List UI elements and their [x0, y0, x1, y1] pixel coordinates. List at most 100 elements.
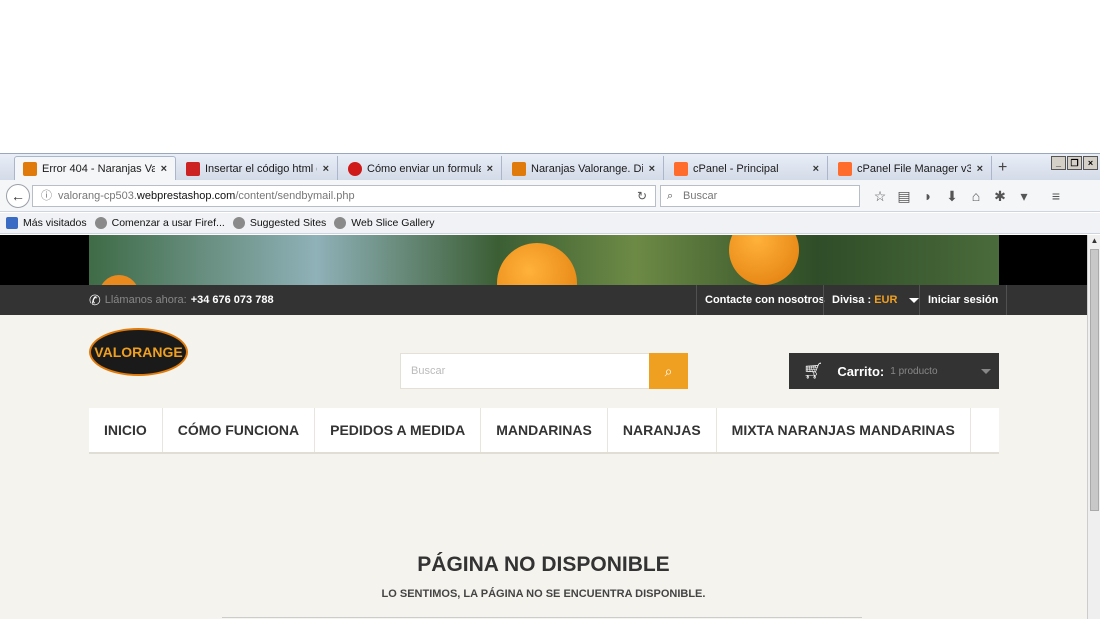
menu-item-naranjas[interactable]: NARANJAS: [608, 408, 717, 452]
tab-label: Naranjas Valorange. Dire...: [531, 162, 643, 175]
orange-tree-banner: [89, 235, 999, 285]
tab-label: Cómo enviar un formular...: [367, 162, 481, 175]
restore-icon[interactable]: ❐: [1067, 156, 1082, 170]
tab-como-enviar[interactable]: Cómo enviar un formular... ×: [340, 156, 502, 181]
toolbar-icons: ☆ ▤ ◗ ⬇ ⌂ ✱ ▾ ≡: [868, 186, 1068, 206]
bookmark-label: Más visitados: [23, 217, 87, 229]
close-tab-icon[interactable]: ×: [649, 163, 655, 175]
bookmark-mas-visitados[interactable]: Más visitados: [6, 217, 87, 229]
bookmark-suggested-sites[interactable]: Suggested Sites: [232, 217, 327, 229]
divider: [222, 617, 862, 618]
window-controls: _ ❐ ×: [1051, 156, 1098, 170]
new-tab-icon[interactable]: +: [998, 159, 1007, 177]
tab-strip: Error 404 - Naranjas Val... × Insertar e…: [0, 153, 1100, 181]
url-bar[interactable]: ⓘ valorang-cp503.webprestashop.com/conten…: [32, 185, 656, 207]
menu-item-mandarinas[interactable]: MANDARINAS: [481, 408, 608, 452]
shop-search-input[interactable]: Buscar: [400, 353, 650, 389]
reload-icon[interactable]: ↻: [637, 186, 647, 206]
valorange-logo[interactable]: VALORANGE: [89, 328, 188, 376]
navigation-bar: ← ⓘ valorang-cp503.webprestashop.com/cont…: [0, 180, 1100, 212]
url-host: webprestashop.com: [136, 190, 236, 202]
bookmark-star-icon[interactable]: ☆: [868, 186, 892, 206]
cpanel-favicon-icon: [838, 161, 852, 176]
home-icon[interactable]: ⌂: [964, 186, 988, 206]
scroll-up-icon[interactable]: ▲: [1089, 236, 1100, 247]
page-title: PÁGINA NO DISPONIBLE: [417, 553, 670, 576]
cart-icon: 🛒︎: [803, 363, 824, 380]
shop-search-placeholder: Buscar: [411, 365, 446, 377]
cart-count: 1 producto: [890, 365, 938, 377]
logo-text: VALORANGE: [94, 344, 183, 360]
menu-item-mixta[interactable]: MIXTA NARANJAS MANDARINAS: [717, 408, 971, 452]
blank-area: [0, 0, 1100, 153]
page-viewport: ✆ Llámanos ahora: +34 676 073 788 Contac…: [0, 235, 1087, 619]
phone-icon: ✆: [89, 291, 101, 308]
tab-cpanel-principal[interactable]: cPanel - Principal ×: [666, 156, 828, 181]
orange-favicon-icon: [23, 162, 37, 176]
bookmark-label: Comenzar a usar Firef...: [111, 217, 225, 229]
chevron-down-icon: [908, 297, 919, 303]
search-button[interactable]: ⌕: [649, 353, 688, 389]
login-link[interactable]: Iniciar sesión: [919, 285, 1008, 315]
close-tab-icon[interactable]: ×: [323, 163, 329, 175]
cart-button[interactable]: 🛒︎ Carrito: 1 producto: [789, 353, 999, 389]
page-subtitle: LO SENTIMOS, LA PÁGINA NO SE ENCUENTRA D…: [381, 588, 706, 600]
bookmark-comenzar[interactable]: Comenzar a usar Firef...: [94, 217, 225, 229]
menu-item-inicio[interactable]: INICIO: [89, 408, 163, 452]
url-path: /content/sendbymail.php: [235, 190, 355, 202]
contact-link[interactable]: Contacte con nosotros: [696, 285, 833, 315]
w-favicon-icon: [186, 161, 200, 176]
tab-error-404[interactable]: Error 404 - Naranjas Val... ×: [14, 156, 176, 181]
tab-insertar-codigo[interactable]: Insertar el código html d... ×: [178, 156, 338, 181]
extension-icon[interactable]: ✱: [988, 186, 1012, 206]
globe-icon: [94, 217, 107, 229]
search-placeholder: Buscar: [683, 190, 718, 202]
browser-search-input[interactable]: ⌕ Buscar: [660, 185, 860, 207]
tab-label: cPanel File Manager v3: [857, 162, 971, 175]
cpanel-favicon-icon: [674, 161, 688, 176]
reading-list-icon[interactable]: ▤: [892, 186, 916, 206]
close-window-icon[interactable]: ×: [1083, 156, 1098, 170]
orange-favicon-icon: [512, 161, 526, 176]
orange-fruit: [497, 243, 577, 285]
bookmarks-bar: Más visitados Comenzar a usar Firef... S…: [0, 213, 1100, 234]
main-menu: INICIO CÓMO FUNCIONA PEDIDOS A MEDIDA MA…: [89, 408, 999, 454]
tab-cpanel-file-manager[interactable]: cPanel File Manager v3 ×: [830, 156, 992, 181]
menu-item-pedidos-a-medida[interactable]: PEDIDOS A MEDIDA: [315, 408, 482, 452]
contact-label: Contacte con nosotros: [705, 294, 825, 306]
pocket-icon[interactable]: ◗: [916, 186, 940, 206]
question-favicon-icon: [348, 161, 362, 176]
url-prefix: valorang-cp503.: [58, 190, 137, 202]
dropdown-icon[interactable]: ▾: [1012, 186, 1036, 206]
minimize-icon[interactable]: _: [1051, 156, 1066, 170]
bookmark-label: Suggested Sites: [249, 217, 327, 229]
phone-number: +34 676 073 788: [190, 294, 274, 306]
menu-item-como-funciona[interactable]: CÓMO FUNCIONA: [163, 408, 316, 452]
globe-icon: [232, 217, 245, 229]
page-scrollbar[interactable]: ▲: [1087, 235, 1100, 619]
scroll-thumb[interactable]: [1090, 249, 1099, 511]
download-icon[interactable]: ⬇: [940, 186, 964, 206]
close-tab-icon[interactable]: ×: [487, 163, 493, 175]
tab-naranjas-valorange[interactable]: Naranjas Valorange. Dire... ×: [504, 156, 664, 181]
menu-icon[interactable]: ≡: [1044, 186, 1068, 206]
phone-label: Llámanos ahora:: [104, 294, 187, 306]
shop-top-bar: ✆ Llámanos ahora: +34 676 073 788 Contac…: [0, 285, 1087, 315]
close-tab-icon[interactable]: ×: [977, 163, 983, 175]
tab-label: Error 404 - Naranjas Val...: [42, 163, 155, 175]
chevron-down-icon: [981, 369, 991, 374]
login-label: Iniciar sesión: [928, 294, 999, 306]
back-icon[interactable]: ←: [6, 184, 30, 208]
search-icon: ⌕: [667, 190, 674, 202]
close-tab-icon[interactable]: ×: [813, 163, 819, 175]
folder-icon: [6, 217, 18, 229]
close-tab-icon[interactable]: ×: [161, 163, 167, 175]
search-icon: ⌕: [664, 363, 673, 379]
cart-label: Carrito:: [837, 363, 885, 379]
info-icon[interactable]: ⓘ: [41, 190, 52, 202]
phone-info: ✆ Llámanos ahora: +34 676 073 788: [89, 285, 274, 315]
bookmark-web-slice-gallery[interactable]: Web Slice Gallery: [334, 217, 435, 229]
currency-selector[interactable]: Divisa : EUR: [823, 285, 927, 315]
tab-label: Insertar el código html d...: [205, 162, 317, 175]
tab-label: cPanel - Principal: [693, 162, 779, 175]
